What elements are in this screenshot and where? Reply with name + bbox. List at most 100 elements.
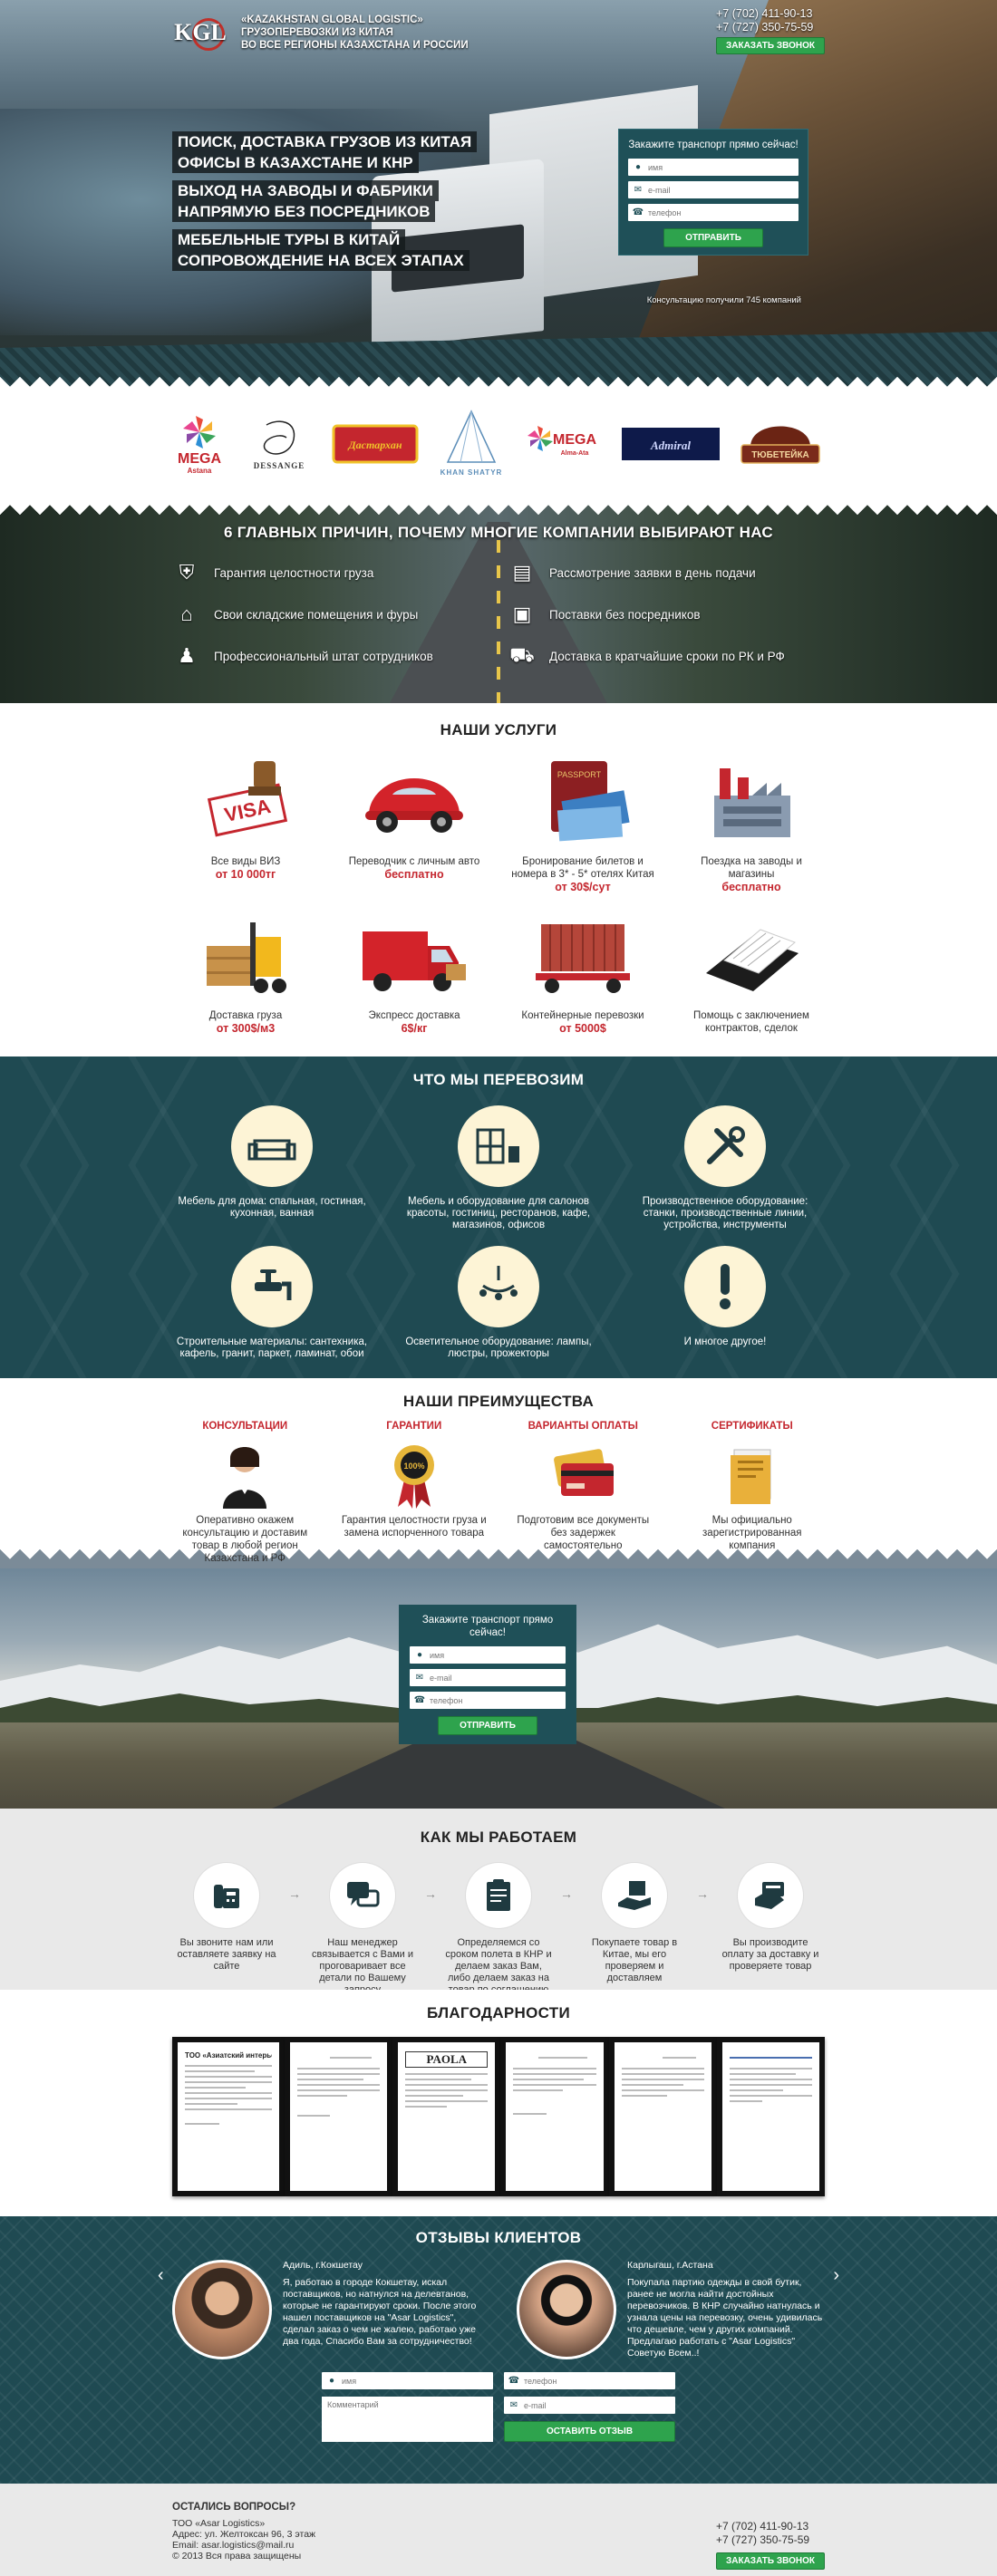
letter-header: ТОО «Азиатский интерьер» <box>185 2051 272 2060</box>
thank-letter[interactable]: ТОО «Азиатский интерьер» <box>172 2037 285 2196</box>
service-price-value: бесплатно <box>384 868 444 881</box>
tubeteika-logo-icon: ТЮБЕТЕЙКА <box>740 426 820 464</box>
hero-claims: ПОИСК, ДОСТАВКА ГРУЗОВ ИЗ КИТАЯ ОФИСЫ В … <box>172 131 478 271</box>
card-payment-icon <box>755 1882 784 1909</box>
thank-letter[interactable]: PAOLA <box>392 2037 501 2196</box>
submit-button[interactable]: ОТПРАВИТЬ <box>438 1716 537 1735</box>
phone-2[interactable]: +7 (727) 350-75-59 <box>716 21 825 34</box>
callback-button[interactable]: ЗАКАЗАТЬ ЗВОНОК <box>716 37 825 54</box>
submit-button[interactable]: ОТПРАВИТЬ <box>663 228 763 247</box>
advantage-item: СЕРТИФИКАТЫ Мы официально зарегистрирова… <box>680 1420 826 1565</box>
service-price: бесплатно <box>678 881 825 893</box>
email-field[interactable]: ✉ <box>410 1669 566 1686</box>
email-field[interactable]: ✉ <box>628 181 799 198</box>
thank-letter[interactable] <box>716 2037 826 2196</box>
step-item: Вы производите оплату за доставку и пров… <box>716 1863 825 2008</box>
name-field[interactable]: ● <box>410 1646 566 1664</box>
callback-button[interactable]: ЗАКАЗАТЬ ЗВОНОК <box>716 2552 825 2570</box>
service-price: от 10 000тг <box>172 868 319 881</box>
review-item: Адиль, г.Кокшетау Я, работаю в городе Ко… <box>172 2260 480 2359</box>
leave-review-button[interactable]: ОСТАВИТЬ ОТЗЫВ <box>504 2421 675 2442</box>
partner-logos: MEGA Astana DESSANGE Дастархан KHAN SHAT… <box>172 397 825 477</box>
header-contacts: +7 (702) 411-90-13 +7 (727) 350-75-59 ЗА… <box>716 7 825 54</box>
delivery-truck-icon: ⛟ <box>509 642 535 666</box>
arrow-right-icon: → <box>560 1886 573 1901</box>
logo[interactable]: KGL «KAZAKHSTAN GLOBAL LOGISTIC» ГРУЗОПЕ… <box>172 13 469 53</box>
footer-question: ОСТАЛИСЬ ВОПРОСЫ? <box>172 2502 296 2513</box>
name-field[interactable]: ● <box>322 2372 493 2389</box>
reviews-title: ОТЗЫВЫ КЛИЕНТОВ <box>415 2229 582 2246</box>
name-input[interactable] <box>430 1647 566 1663</box>
phone-2[interactable]: +7 (727) 350-75-59 <box>716 2533 825 2547</box>
services-title: НАШИ УСЛУГИ <box>440 721 557 738</box>
what-we-transport-section: ЧТО МЫ ПЕРЕВОЗИМ Мебель для дома: спальн… <box>0 1056 997 1378</box>
transport-text: Мебель и оборудование для салонов красот… <box>406 1196 591 1230</box>
visa-stamp-icon: VISA <box>207 761 288 837</box>
service-label: Контейнерные перевозки <box>521 1010 644 1021</box>
reason-item: ▣ Поставки без посредников <box>508 600 825 629</box>
phone-input[interactable] <box>648 205 799 220</box>
phone-input[interactable] <box>524 2373 675 2388</box>
advantages-section: НАШИ ПРЕИМУЩЕСТВА КОНСУЛЬТАЦИИ Оперативн… <box>0 1378 997 1569</box>
reason-item: ⛟ Доставка в кратчайшие сроки по РК и РФ <box>508 642 825 671</box>
thank-letter[interactable] <box>285 2037 393 2196</box>
name-field[interactable]: ● <box>628 159 799 176</box>
services-section: НАШИ УСЛУГИ VISA Все виды ВИЗ от 10 000т… <box>0 703 997 1056</box>
reason-text: Гарантия целостности груза <box>214 565 374 580</box>
thank-letter[interactable] <box>608 2037 717 2196</box>
services-grid-row-2: Доставка груза от 300$/м3 Экспресс доста… <box>172 906 825 1035</box>
review-author: Адиль, г.Кокшетау <box>283 2260 363 2271</box>
letters-list: ТОО «Азиатский интерьер» PAOLA <box>172 2037 826 2196</box>
acknowledgements-section: БЛАГОДАРНОСТИ ТОО «Азиатский интерьер» P… <box>0 1990 997 2216</box>
advantages-title: НАШИ ПРЕИМУЩЕСТВА <box>402 1393 595 1410</box>
dastarkhan-logo-icon: Дастархан <box>332 424 419 464</box>
thanks-title: БЛАГОДАРНОСТИ <box>427 2004 570 2021</box>
envelope-icon: ✉ <box>634 185 643 195</box>
phone-field[interactable]: ☎ <box>410 1692 566 1709</box>
svg-text:100%: 100% <box>403 1462 424 1471</box>
transport-text: Производственное оборудование: станки, п… <box>642 1196 808 1230</box>
name-input[interactable] <box>342 2373 493 2388</box>
partners-section: MEGA Astana DESSANGE Дастархан KHAN SHAT… <box>0 397 997 495</box>
step-text: Вы звоните нам или оставляете заявку на … <box>177 1937 276 1972</box>
arrow-right-icon: → <box>424 1886 437 1901</box>
chevron-left-icon[interactable]: ‹ <box>158 2265 164 2286</box>
service-label: Все виды ВИЗ <box>210 856 281 867</box>
faucet-icon <box>255 1269 292 1300</box>
svg-text:PASSPORT: PASSPORT <box>557 770 602 779</box>
phone-field[interactable]: ☎ <box>504 2372 675 2389</box>
partner-logo-mega-astana: MEGA Astana <box>172 411 227 477</box>
step-text: Наш менеджер связывается с Вами и прогов… <box>311 1937 414 1995</box>
email-input[interactable] <box>648 182 799 198</box>
phone-1[interactable]: +7 (702) 411-90-13 <box>716 2520 825 2533</box>
advantage-text: Гарантия целостности груза и замена испо… <box>341 1515 487 1539</box>
reasons-section: 6 ГЛАВНЫХ ПРИЧИН, ПОЧЕМУ МНОГИЕ КОМПАНИИ… <box>0 495 997 703</box>
advantage-heading: ВАРИАНТЫ ОПЛАТЫ <box>528 1421 638 1432</box>
service-price-value: 5000$ <box>575 1022 606 1035</box>
phone-field[interactable]: ☎ <box>628 204 799 221</box>
review-text: Покупала партию одежды в свой бутик, ран… <box>627 2277 823 2359</box>
comment-textarea[interactable] <box>322 2397 493 2442</box>
service-item: Доставка груза от 300$/м3 <box>172 906 319 1035</box>
step-text: Покупаете товар в Китае, мы его проверяе… <box>591 1937 678 1983</box>
email-input[interactable] <box>430 1670 566 1685</box>
hero-claim: СОПРОВОЖДЕНИЕ НА ВСЕХ ЭТАПАХ <box>172 250 469 271</box>
phone-input[interactable] <box>430 1693 566 1708</box>
service-item: Контейнерные перевозки от 5000$ <box>509 906 656 1035</box>
warehouse-icon: ⌂ <box>180 603 193 625</box>
hero-claim: НАПРЯМУЮ БЕЗ ПОСРЕДНИКОВ <box>172 201 436 222</box>
chevron-right-icon[interactable]: › <box>833 2265 839 2286</box>
email-field[interactable]: ✉ <box>504 2397 675 2414</box>
phone-1[interactable]: +7 (702) 411-90-13 <box>716 7 825 21</box>
advantage-heading: ГАРАНТИИ <box>386 1421 442 1432</box>
email-input[interactable] <box>524 2398 675 2413</box>
thank-letter[interactable] <box>500 2037 609 2196</box>
order-transport-form: Закажите транспорт прямо сейчас! ● ✉ ☎ О… <box>618 129 808 256</box>
consultant-icon <box>223 1447 267 1509</box>
service-item: PASSPORT Бронирование билетов и номера в… <box>509 752 656 893</box>
reason-item: ⛨ Гарантия целостности груза <box>172 558 489 587</box>
name-input[interactable] <box>648 159 799 175</box>
transport-item: Строительные материалы: сантехника, кафе… <box>172 1246 372 1360</box>
user-icon: ● <box>328 2376 335 2386</box>
reason-text: Поставки без посредников <box>549 607 701 622</box>
